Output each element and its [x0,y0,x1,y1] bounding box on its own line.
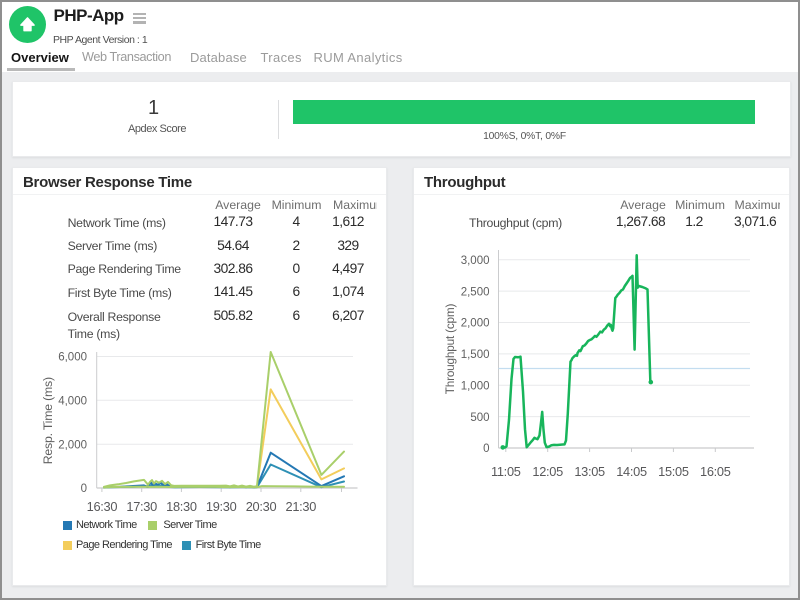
svg-text:13:05: 13:05 [574,464,605,479]
svg-text:3,000: 3,000 [461,255,490,267]
svg-text:18:30: 18:30 [166,499,197,514]
svg-text:16:05: 16:05 [700,464,731,479]
svg-text:19:30: 19:30 [206,499,237,514]
svg-text:12:05: 12:05 [532,464,563,479]
svg-text:11:05: 11:05 [491,464,521,479]
svg-text:1,500: 1,500 [461,349,490,361]
svg-text:15:05: 15:05 [658,464,689,479]
svg-text:0: 0 [81,483,87,495]
svg-text:1,000: 1,000 [461,380,490,392]
svg-text:14:05: 14:05 [616,464,647,479]
svg-text:Throughput (cpm): Throughput (cpm) [443,303,457,394]
svg-text:4,000: 4,000 [58,396,87,408]
svg-text:0: 0 [483,443,489,455]
svg-text:2,000: 2,000 [461,318,490,330]
svg-text:21:30: 21:30 [286,499,317,514]
svg-text:2,500: 2,500 [461,286,490,298]
svg-text:2,000: 2,000 [58,439,87,451]
svg-text:500: 500 [470,412,489,424]
svg-text:Resp. Time (ms): Resp. Time (ms) [41,377,55,464]
svg-text:17:30: 17:30 [126,499,157,514]
svg-text:6,000: 6,000 [58,352,87,364]
svg-text:20:30: 20:30 [246,499,277,514]
svg-text:16:30: 16:30 [87,499,118,514]
